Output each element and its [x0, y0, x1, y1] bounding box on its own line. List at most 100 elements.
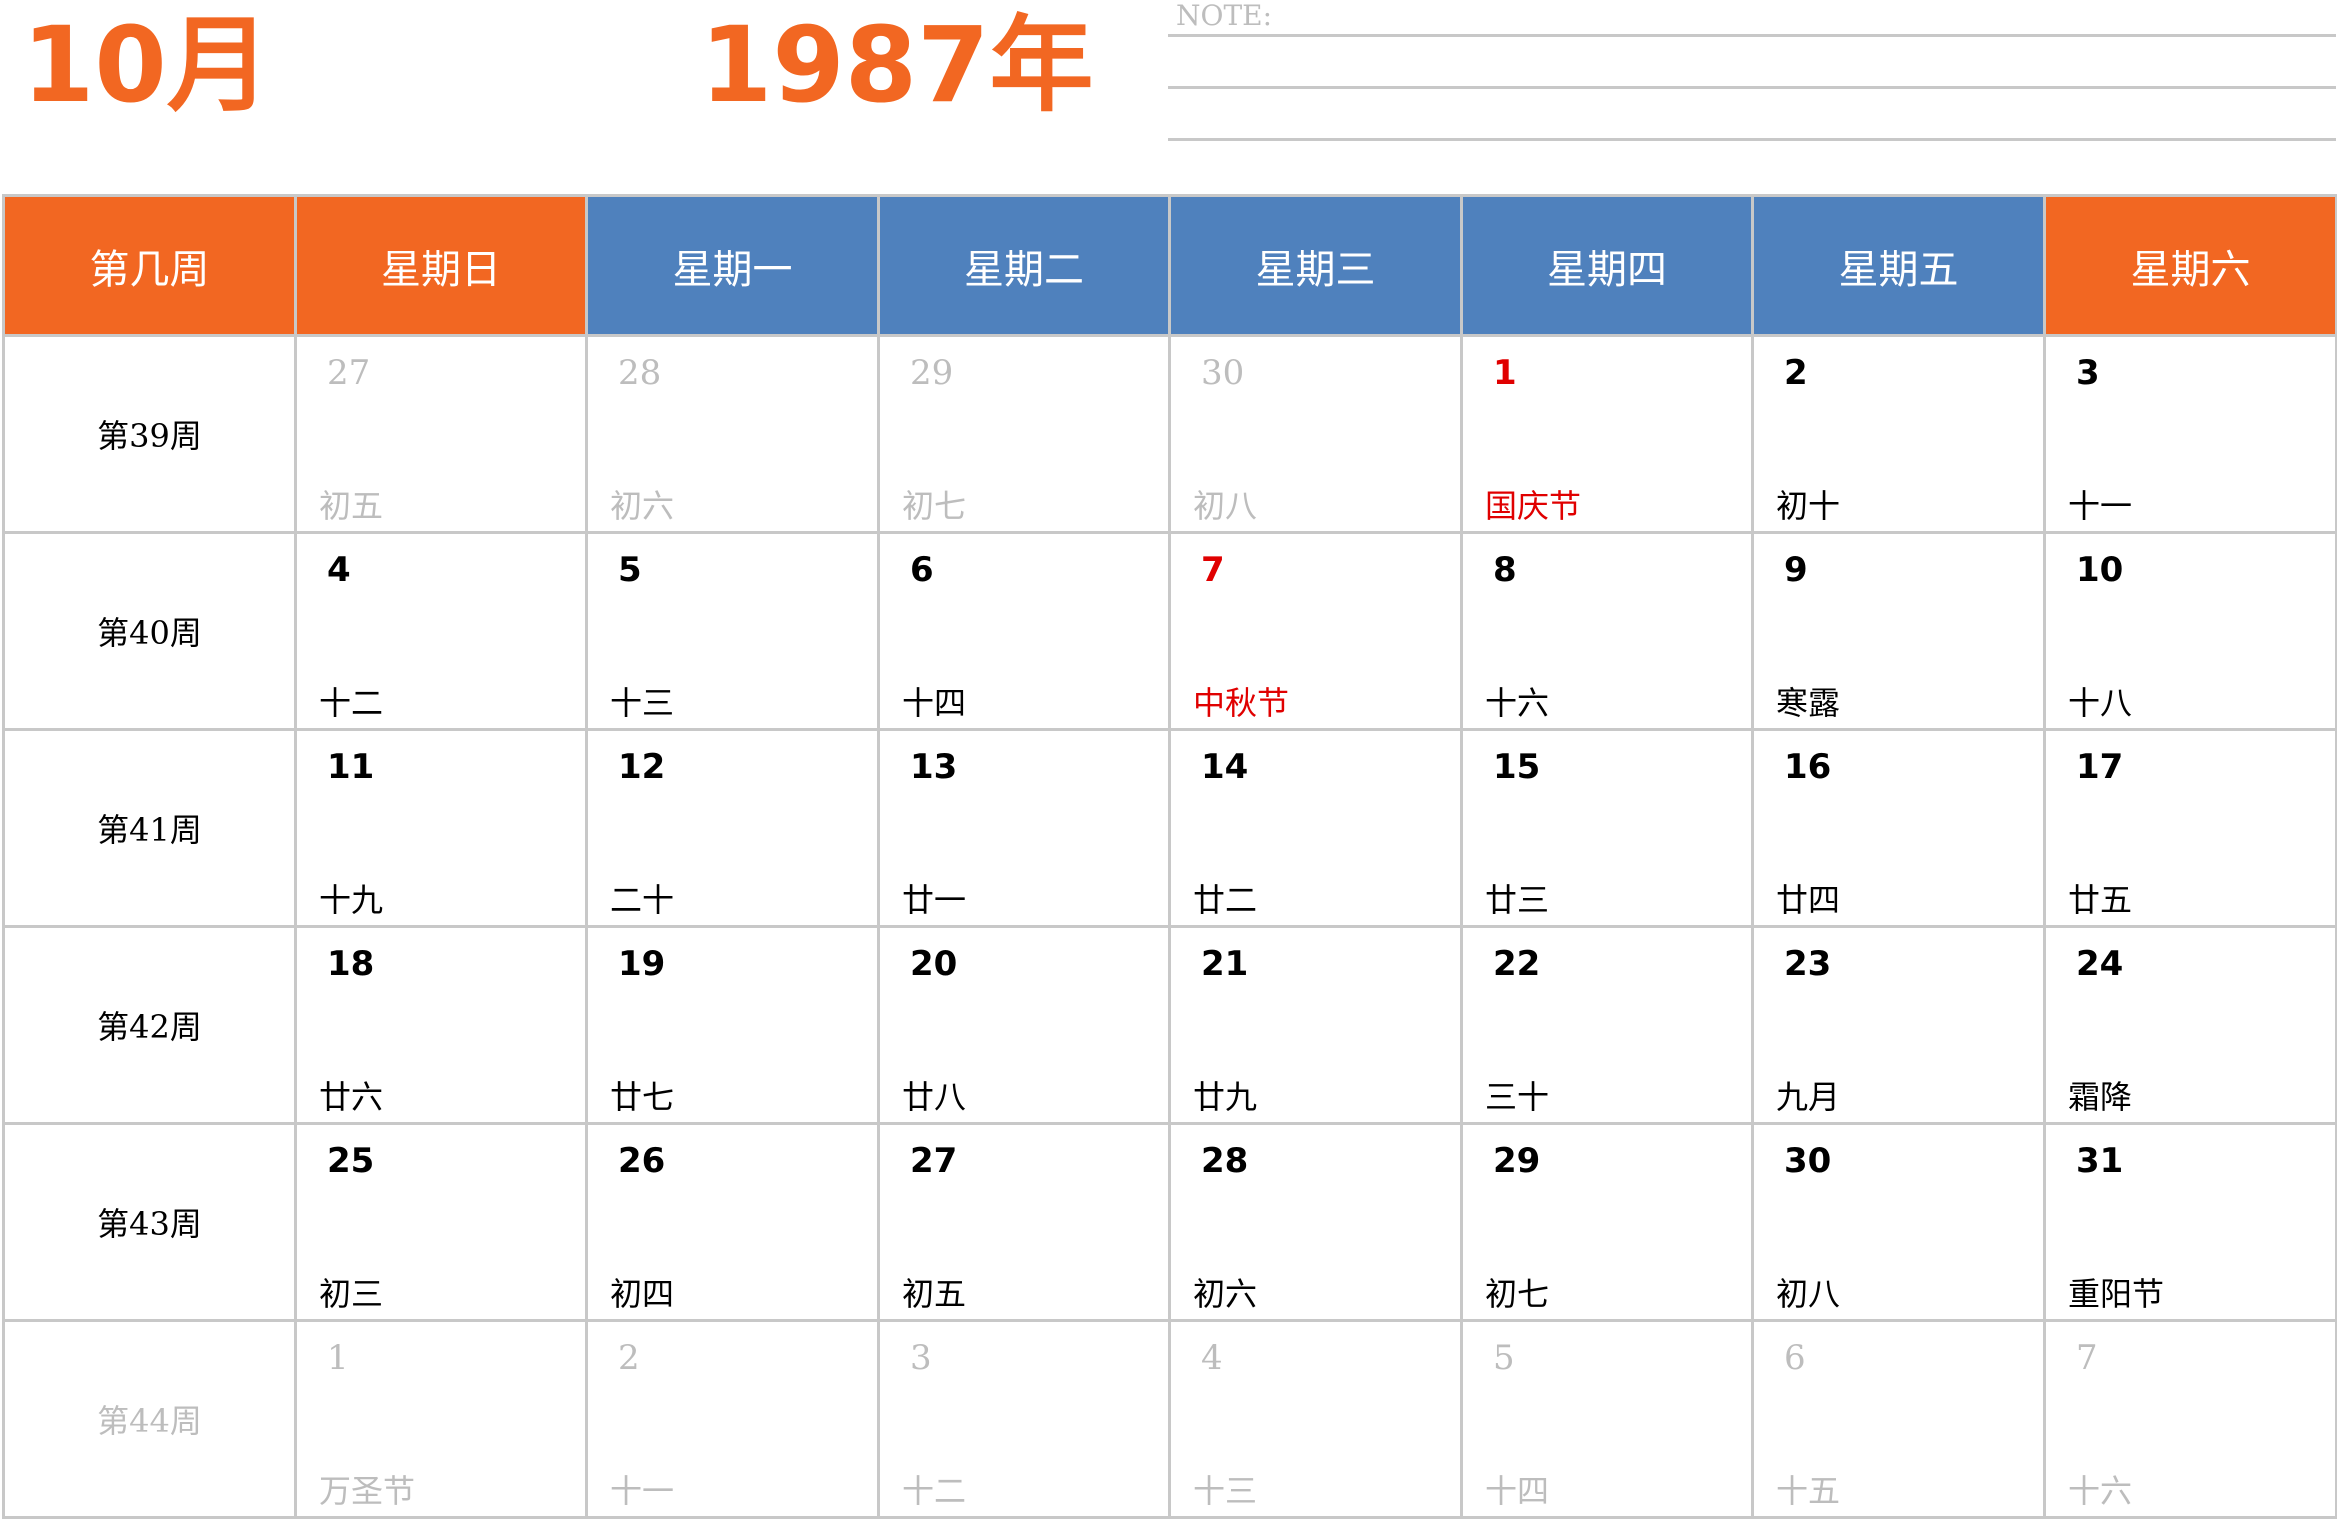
note-label: NOTE:: [1176, 0, 1273, 32]
lunar-date: 重阳节: [2068, 1275, 2165, 1313]
lunar-date: 初八: [1776, 1275, 1841, 1313]
day-number: 1: [1493, 353, 1517, 393]
lunar-date: 初八: [1193, 487, 1258, 525]
day-number: 9: [1784, 550, 1808, 590]
day-cell[interactable]: 24 霜降: [2046, 928, 2337, 1125]
day-number: 28: [618, 353, 662, 393]
day-number: 29: [1493, 1141, 1541, 1181]
day-cell[interactable]: 15 廿三: [1463, 731, 1754, 928]
day-number: 15: [1493, 747, 1541, 787]
lunar-date: 初七: [902, 487, 967, 525]
lunar-date: 寒露: [1776, 684, 1841, 722]
day-cell[interactable]: 29 初七: [1463, 1125, 1754, 1322]
day-cell[interactable]: 7 十六: [2046, 1322, 2337, 1519]
day-cell[interactable]: 1 万圣节: [297, 1322, 588, 1519]
header-week-number: 第几周: [5, 197, 297, 337]
lunar-date: 十四: [902, 684, 967, 722]
day-number: 17: [2076, 747, 2124, 787]
day-cell[interactable]: 10 十八: [2046, 534, 2337, 731]
day-cell[interactable]: 11 十九: [297, 731, 588, 928]
day-cell[interactable]: 21 廿九: [1171, 928, 1463, 1125]
lunar-date: 廿三: [1485, 881, 1550, 919]
lunar-date: 九月: [1776, 1078, 1841, 1116]
day-cell[interactable]: 13 廿一: [880, 731, 1171, 928]
day-cell[interactable]: 20 廿八: [880, 928, 1171, 1125]
day-number: 29: [910, 353, 954, 393]
calendar-grid: 第几周 星期日 星期一 星期二 星期三 星期四 星期五 星期六 第39周 27 初五…: [2, 194, 2337, 1519]
day-cell[interactable]: 14 廿二: [1171, 731, 1463, 928]
lunar-date: 十九: [319, 881, 384, 919]
lunar-date: 十四: [1485, 1472, 1550, 1510]
week-number-cell: 第39周: [5, 337, 297, 534]
month-title: 10月: [22, 4, 271, 126]
day-cell[interactable]: 2 初十: [1754, 337, 2046, 534]
day-cell[interactable]: 12 二十: [588, 731, 880, 928]
day-number: 6: [1784, 1338, 1806, 1378]
day-cell[interactable]: 3 十一: [2046, 337, 2337, 534]
day-cell[interactable]: 19 廿七: [588, 928, 880, 1125]
day-cell[interactable]: 22 三十: [1463, 928, 1754, 1125]
day-cell[interactable]: 5 十四: [1463, 1322, 1754, 1519]
day-cell[interactable]: 23 九月: [1754, 928, 2046, 1125]
day-number: 4: [327, 550, 351, 590]
lunar-date: 万圣节: [319, 1472, 416, 1510]
day-number: 8: [1493, 550, 1517, 590]
lunar-date: 十三: [610, 684, 675, 722]
week-number-cell: 第40周: [5, 534, 297, 731]
day-cell[interactable]: 29 初七: [880, 337, 1171, 534]
day-cell[interactable]: 3 十二: [880, 1322, 1171, 1519]
lunar-date: 初六: [1193, 1275, 1258, 1313]
day-number: 30: [1201, 353, 1245, 393]
note-line: [1168, 34, 2336, 37]
day-cell[interactable]: 16 廿四: [1754, 731, 2046, 928]
day-number: 18: [327, 944, 375, 984]
day-cell[interactable]: 31 重阳节: [2046, 1125, 2337, 1322]
day-cell[interactable]: 7 中秋节: [1171, 534, 1463, 731]
day-number: 22: [1493, 944, 1541, 984]
day-cell[interactable]: 6 十四: [880, 534, 1171, 731]
day-cell[interactable]: 4 十二: [297, 534, 588, 731]
day-number: 12: [618, 747, 666, 787]
lunar-date: 霜降: [2068, 1078, 2133, 1116]
day-number: 13: [910, 747, 958, 787]
lunar-date: 初五: [902, 1275, 967, 1313]
day-cell[interactable]: 27 初五: [880, 1125, 1171, 1322]
day-cell[interactable]: 1 国庆节: [1463, 337, 1754, 534]
day-cell[interactable]: 17 廿五: [2046, 731, 2337, 928]
day-cell[interactable]: 4 十三: [1171, 1322, 1463, 1519]
day-cell[interactable]: 8 十六: [1463, 534, 1754, 731]
day-cell[interactable]: 9 寒露: [1754, 534, 2046, 731]
week-number-cell: 第44周: [5, 1322, 297, 1519]
lunar-date: 初十: [1776, 487, 1841, 525]
day-cell[interactable]: 30 初八: [1754, 1125, 2046, 1322]
header-saturday: 星期六: [2046, 197, 2337, 337]
day-number: 2: [618, 1338, 640, 1378]
day-cell[interactable]: 18 廿六: [297, 928, 588, 1125]
day-number: 1: [327, 1338, 349, 1378]
lunar-date: 初六: [610, 487, 675, 525]
lunar-date: 廿九: [1193, 1078, 1258, 1116]
day-cell[interactable]: 2 十一: [588, 1322, 880, 1519]
day-number: 16: [1784, 747, 1832, 787]
day-cell[interactable]: 28 初六: [588, 337, 880, 534]
lunar-date: 初七: [1485, 1275, 1550, 1313]
day-cell[interactable]: 6 十五: [1754, 1322, 2046, 1519]
day-cell[interactable]: 26 初四: [588, 1125, 880, 1322]
lunar-date: 十一: [610, 1472, 675, 1510]
day-number: 7: [1201, 550, 1225, 590]
day-cell[interactable]: 27 初五: [297, 337, 588, 534]
day-cell[interactable]: 25 初三: [297, 1125, 588, 1322]
lunar-date: 初三: [319, 1275, 384, 1313]
lunar-date: 廿二: [1193, 881, 1258, 919]
lunar-date: 十六: [1485, 684, 1550, 722]
day-cell[interactable]: 28 初六: [1171, 1125, 1463, 1322]
lunar-date: 十五: [1776, 1472, 1841, 1510]
day-number: 20: [910, 944, 958, 984]
day-cell[interactable]: 5 十三: [588, 534, 880, 731]
day-number: 27: [910, 1141, 958, 1181]
day-cell[interactable]: 30 初八: [1171, 337, 1463, 534]
day-number: 7: [2076, 1338, 2098, 1378]
day-number: 14: [1201, 747, 1249, 787]
lunar-date: 二十: [610, 881, 675, 919]
header-tuesday: 星期二: [880, 197, 1171, 337]
